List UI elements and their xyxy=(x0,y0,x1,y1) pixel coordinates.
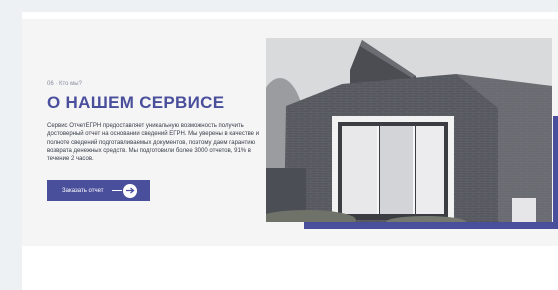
section-title: О НАШЕМ СЕРВИСЕ xyxy=(47,93,225,112)
arrow-right-icon xyxy=(123,183,137,198)
section-description: Сервис ОтчетЕГРН предоставляет уникальну… xyxy=(47,123,260,163)
accent-bar-horizontal xyxy=(304,222,558,229)
order-report-button[interactable]: Заказать отчет xyxy=(47,180,150,201)
order-report-button-label: Заказать отчет xyxy=(62,187,104,194)
house-photo xyxy=(266,38,552,222)
section-index: 06 · Кто мы? xyxy=(47,81,82,87)
accent-bar-vertical xyxy=(553,116,558,229)
cta-line xyxy=(112,190,122,191)
